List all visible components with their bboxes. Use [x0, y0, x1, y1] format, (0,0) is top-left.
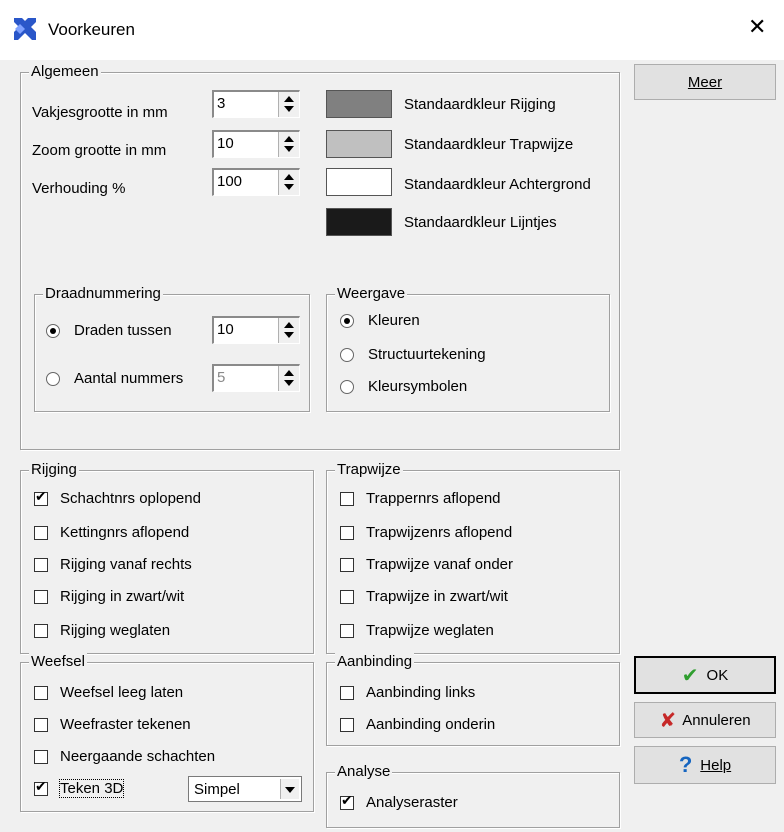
- kettingnrs-aflopend-label[interactable]: Kettingnrs aflopend: [60, 524, 189, 541]
- schachtnrs-oplopend-checkbox[interactable]: [34, 489, 48, 506]
- annuleren-button-label: Annuleren: [682, 711, 751, 729]
- analyse-legend: Analyse: [335, 763, 393, 781]
- app-logo-icon: [14, 18, 36, 40]
- trapwijzenrs-aflopend-checkbox[interactable]: [340, 526, 354, 540]
- rijging-zwart-wit-checkbox[interactable]: [34, 590, 48, 604]
- weefsel-legend: Weefsel: [29, 653, 87, 671]
- rijging-zwart-wit-label[interactable]: Rijging in zwart/wit: [60, 588, 184, 605]
- trapwijze-zwart-wit-checkbox[interactable]: [340, 590, 354, 604]
- aanbinding-group: Aanbinding: [326, 653, 620, 746]
- trapwijzenrs-aflopend-label[interactable]: Trapwijzenrs aflopend: [366, 524, 512, 541]
- algemeen-legend: Algemeen: [29, 63, 101, 81]
- trapwijze-zwart-wit-label[interactable]: Trapwijze in zwart/wit: [366, 588, 508, 605]
- aanbinding-links-checkbox[interactable]: [340, 686, 354, 700]
- weefsel-leeg-laten-checkbox[interactable]: [34, 686, 48, 700]
- meer-button-label: Meer: [687, 73, 723, 91]
- ok-button[interactable]: ✔ OK: [634, 656, 776, 694]
- rijging-legend: Rijging: [29, 461, 79, 479]
- rijging-weglaten-label[interactable]: Rijging weglaten: [60, 622, 170, 639]
- spinner-buttons[interactable]: [278, 92, 299, 117]
- chevron-down-icon[interactable]: [280, 779, 299, 799]
- aantal-nummers-spinner[interactable]: 5: [212, 364, 300, 392]
- spinner-buttons[interactable]: [278, 318, 299, 343]
- trapwijze-weglaten-checkbox[interactable]: [340, 624, 354, 638]
- trapwijze-vanaf-onder-label[interactable]: Trapwijze vanaf onder: [366, 556, 513, 573]
- color-label-lijntjes: Standaardkleur Lijntjes: [404, 214, 557, 231]
- teken-3d-checkbox[interactable]: [34, 779, 48, 796]
- color-swatch-rijging[interactable]: [326, 90, 392, 118]
- neergaande-schachten-label[interactable]: Neergaande schachten: [60, 748, 215, 765]
- rijging-vanaf-rechts-checkbox[interactable]: [34, 558, 48, 572]
- trapwijze-weglaten-label[interactable]: Trapwijze weglaten: [366, 622, 494, 639]
- ok-button-label: OK: [706, 666, 729, 684]
- annuleren-button[interactable]: ✘ Annuleren: [634, 702, 776, 738]
- draden-tussen-radio[interactable]: [46, 324, 60, 338]
- analyseraster-checkbox[interactable]: [340, 793, 354, 810]
- neergaande-schachten-checkbox[interactable]: [34, 750, 48, 764]
- draden-tussen-spinner[interactable]: 10: [212, 316, 300, 344]
- zoom-spinner[interactable]: 10: [212, 130, 300, 158]
- spinner-buttons[interactable]: [278, 132, 299, 157]
- vakjesgrootte-spinner[interactable]: 3: [212, 90, 300, 118]
- weefsel-leeg-laten-label[interactable]: Weefsel leeg laten: [60, 684, 183, 701]
- spinner-buttons[interactable]: [278, 366, 299, 391]
- spinner-buttons[interactable]: [278, 170, 299, 195]
- color-label-rijging: Standaardkleur Rijging: [404, 96, 556, 113]
- checkmark-icon: ✔: [681, 663, 699, 687]
- aantal-nummers-radio[interactable]: [46, 372, 60, 386]
- kleuren-label[interactable]: Kleuren: [368, 312, 420, 329]
- trappernrs-aflopend-label[interactable]: Trappernrs aflopend: [366, 490, 501, 507]
- draadnummering-legend: Draadnummering: [43, 285, 163, 303]
- schachtnrs-oplopend-label[interactable]: Schachtnrs oplopend: [60, 490, 201, 507]
- weefraster-tekenen-checkbox[interactable]: [34, 718, 48, 732]
- structuurtekening-radio[interactable]: [340, 348, 354, 362]
- close-icon[interactable]: ✕: [748, 14, 766, 40]
- color-swatch-trapwijze[interactable]: [326, 130, 392, 158]
- aanbinding-links-label[interactable]: Aanbinding links: [366, 684, 475, 701]
- draden-tussen-label[interactable]: Draden tussen: [74, 322, 172, 339]
- teken-3d-select[interactable]: Simpel: [188, 776, 302, 802]
- teken-3d-select-value[interactable]: Simpel: [194, 781, 240, 798]
- color-label-trapwijze: Standaardkleur Trapwijze: [404, 136, 574, 153]
- title-bar: Voorkeuren ✕: [0, 0, 784, 60]
- rijging-vanaf-rechts-label[interactable]: Rijging vanaf rechts: [60, 556, 192, 573]
- x-cancel-icon: ✘: [659, 708, 677, 732]
- help-button-label: Help: [700, 756, 732, 774]
- weergave-legend: Weergave: [335, 285, 408, 303]
- kleuren-radio[interactable]: [340, 314, 354, 328]
- vakjesgrootte-label: Vakjesgrootte in mm: [32, 104, 168, 121]
- rijging-weglaten-checkbox[interactable]: [34, 624, 48, 638]
- verhouding-label: Verhouding %: [32, 180, 126, 197]
- analyseraster-label[interactable]: Analyseraster: [366, 794, 458, 811]
- zoom-label: Zoom grootte in mm: [32, 142, 167, 159]
- help-button[interactable]: ? Help: [634, 746, 776, 784]
- kettingnrs-aflopend-checkbox[interactable]: [34, 526, 48, 540]
- kleursymbolen-label[interactable]: Kleursymbolen: [368, 378, 467, 395]
- question-mark-icon: ?: [678, 752, 693, 777]
- trapwijze-legend: Trapwijze: [335, 461, 403, 479]
- kleursymbolen-radio[interactable]: [340, 380, 354, 394]
- verhouding-spinner[interactable]: 100: [212, 168, 300, 196]
- meer-button[interactable]: Meer: [634, 64, 776, 100]
- aanbinding-legend: Aanbinding: [335, 653, 415, 671]
- trappernrs-aflopend-checkbox[interactable]: [340, 492, 354, 506]
- aanbinding-onderin-checkbox[interactable]: [340, 718, 354, 732]
- aanbinding-onderin-label[interactable]: Aanbinding onderin: [366, 716, 495, 733]
- color-label-achtergrond: Standaardkleur Achtergrond: [404, 176, 591, 193]
- trapwijze-vanaf-onder-checkbox[interactable]: [340, 558, 354, 572]
- color-swatch-lijntjes[interactable]: [326, 208, 392, 236]
- color-swatch-achtergrond[interactable]: [326, 168, 392, 196]
- aantal-nummers-label[interactable]: Aantal nummers: [74, 370, 183, 387]
- draadnummering-group: Draadnummering: [34, 285, 310, 412]
- verhouding-value[interactable]: 100: [217, 173, 242, 190]
- teken-3d-label[interactable]: Teken 3D: [58, 779, 125, 798]
- draden-tussen-value[interactable]: 10: [217, 321, 234, 338]
- vakjesgrootte-value[interactable]: 3: [217, 95, 225, 112]
- zoom-value[interactable]: 10: [217, 135, 234, 152]
- window-title: Voorkeuren: [48, 20, 135, 39]
- weefraster-tekenen-label[interactable]: Weefraster tekenen: [60, 716, 191, 733]
- structuurtekening-label[interactable]: Structuurtekening: [368, 346, 486, 363]
- aantal-nummers-value[interactable]: 5: [217, 369, 225, 386]
